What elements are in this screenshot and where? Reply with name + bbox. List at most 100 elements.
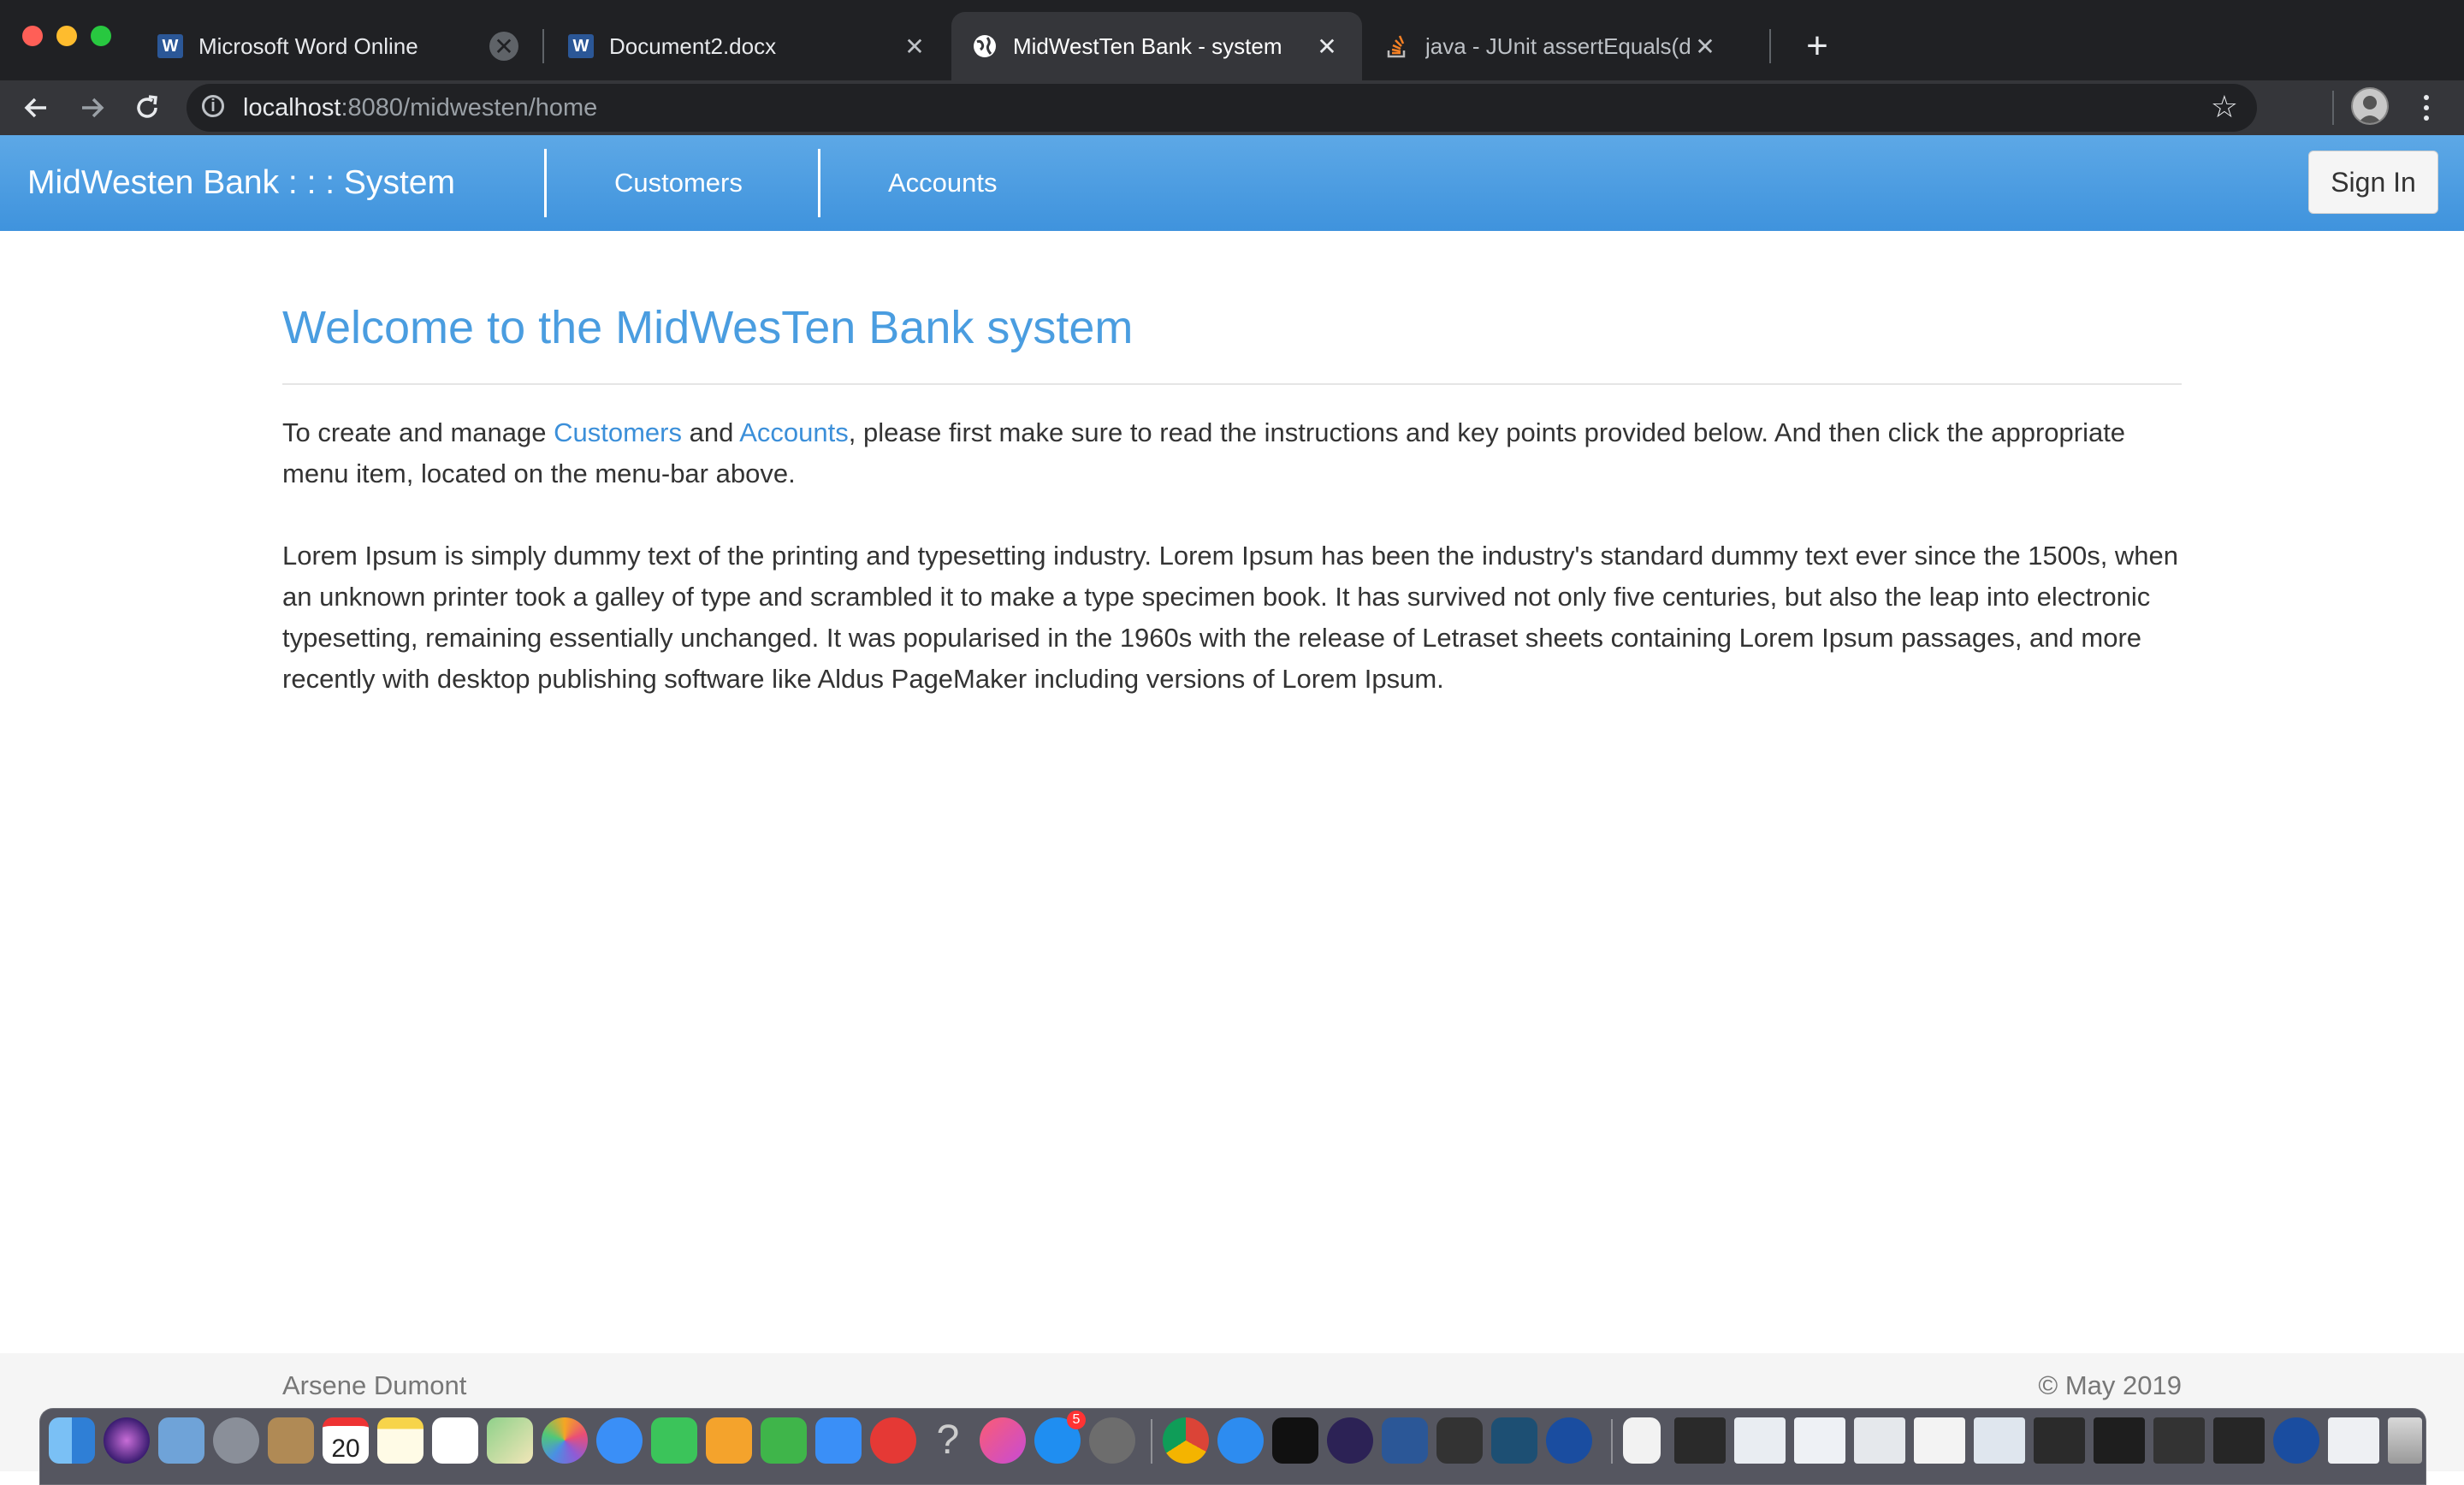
appstore-badge: 5 bbox=[1067, 1411, 1086, 1429]
footer-copyright: © May 2019 bbox=[2038, 1370, 2182, 1400]
contacts-icon[interactable] bbox=[268, 1417, 314, 1464]
nav-accounts[interactable]: Accounts bbox=[888, 135, 998, 231]
window-thumbnail-icon[interactable] bbox=[1914, 1417, 1965, 1464]
facetime-icon[interactable] bbox=[651, 1417, 697, 1464]
stackoverflow-icon bbox=[1384, 33, 1410, 59]
minimize-window-button[interactable] bbox=[56, 26, 77, 46]
safari-icon[interactable] bbox=[1217, 1417, 1264, 1464]
forward-arrow-icon bbox=[82, 98, 104, 118]
preview-icon[interactable] bbox=[158, 1417, 204, 1464]
siri-icon[interactable] bbox=[104, 1417, 150, 1464]
window-thumbnail-icon[interactable] bbox=[1974, 1417, 2025, 1464]
intro-paragraph: To create and manage Customers and Accou… bbox=[282, 412, 2182, 494]
url-path: :8080/midwesten/home bbox=[341, 94, 598, 121]
android-studio-icon[interactable] bbox=[2273, 1417, 2319, 1464]
window-thumbnail-icon[interactable] bbox=[1854, 1417, 1905, 1464]
tab-java-junit[interactable]: java - JUnit assertEquals(doub ✕ bbox=[1364, 12, 1740, 80]
reload-button[interactable] bbox=[125, 86, 169, 130]
finder-icon[interactable] bbox=[49, 1417, 95, 1464]
back-arrow-icon bbox=[24, 98, 46, 118]
close-window-button[interactable] bbox=[22, 26, 43, 46]
window-thumbnail-icon[interactable] bbox=[2094, 1417, 2145, 1464]
close-tab-icon[interactable]: ✕ bbox=[900, 32, 929, 61]
window-thumbnail-icon[interactable] bbox=[2034, 1417, 2085, 1464]
accounts-link[interactable]: Accounts bbox=[739, 417, 849, 447]
profile-avatar[interactable] bbox=[2351, 87, 2389, 125]
maps-icon[interactable] bbox=[487, 1417, 533, 1464]
tab-microsoft-word-online[interactable]: W Microsoft Word Online ✕ bbox=[137, 12, 539, 80]
bookmark-star-icon[interactable]: ☆ bbox=[2211, 89, 2238, 125]
title-divider bbox=[282, 383, 2182, 385]
calendar-icon[interactable]: 20 bbox=[323, 1417, 369, 1464]
tab-title: java - JUnit assertEquals(doub bbox=[1425, 33, 1691, 59]
toolbar-divider bbox=[2332, 91, 2334, 125]
footer-author: Arsene Dumont bbox=[282, 1370, 467, 1400]
pages-icon[interactable] bbox=[706, 1417, 752, 1464]
url-host: localhost bbox=[243, 94, 341, 121]
address-bar[interactable]: i localhost:8080/midwesten/home ☆ bbox=[187, 84, 2257, 132]
system-preferences-icon[interactable] bbox=[1089, 1417, 1135, 1464]
reload-icon bbox=[137, 95, 157, 118]
forward-button[interactable] bbox=[70, 86, 115, 130]
browser-menu-icon[interactable] bbox=[2411, 87, 2442, 128]
info-icon[interactable]: i bbox=[202, 95, 224, 117]
url-text: localhost:8080/midwesten/home bbox=[243, 94, 597, 122]
tab-title: Microsoft Word Online bbox=[198, 33, 418, 59]
messages-icon[interactable] bbox=[596, 1417, 643, 1464]
sign-in-button[interactable]: Sign In bbox=[2308, 151, 2438, 214]
window-thumbnail-icon[interactable] bbox=[1734, 1417, 1786, 1464]
appstore-icon[interactable]: 5 bbox=[1034, 1411, 1086, 1464]
notes-icon[interactable] bbox=[377, 1417, 424, 1464]
tab-title: MidWestTen Bank - system bbox=[1013, 33, 1282, 59]
launchpad-icon[interactable] bbox=[213, 1417, 259, 1464]
window-thumbnail-icon[interactable] bbox=[2328, 1417, 2379, 1464]
word-icon[interactable] bbox=[1382, 1417, 1428, 1464]
sublime-icon[interactable] bbox=[1436, 1417, 1483, 1464]
chrome-icon[interactable] bbox=[1163, 1417, 1209, 1464]
window-thumbnail-icon[interactable] bbox=[2213, 1417, 2265, 1464]
itunes-icon[interactable] bbox=[980, 1417, 1026, 1464]
nav-divider bbox=[818, 149, 820, 217]
reminders-icon[interactable] bbox=[432, 1417, 478, 1464]
dock-divider bbox=[1611, 1419, 1613, 1464]
tab-divider bbox=[542, 29, 544, 63]
zoom-window-button[interactable] bbox=[91, 26, 111, 46]
intellij-icon[interactable] bbox=[1272, 1417, 1318, 1464]
word-icon: W bbox=[568, 34, 594, 58]
calendar-day: 20 bbox=[331, 1435, 360, 1463]
eclipse-icon[interactable] bbox=[1327, 1417, 1373, 1464]
no-entry-icon[interactable] bbox=[870, 1417, 916, 1464]
tab-document2[interactable]: W Document2.docx ✕ bbox=[548, 12, 950, 80]
numbers-icon[interactable] bbox=[761, 1417, 807, 1464]
trash-icon[interactable] bbox=[2388, 1417, 2422, 1464]
tab-midwestten-bank[interactable]: MidWestTen Bank - system ✕ bbox=[951, 12, 1362, 80]
lorem-paragraph: Lorem Ipsum is simply dummy text of the … bbox=[282, 541, 2179, 694]
close-tab-icon[interactable]: ✕ bbox=[1691, 32, 1720, 61]
window-thumbnail-icon[interactable] bbox=[2153, 1417, 2205, 1464]
browser-tab-strip: W Microsoft Word Online ✕ W Document2.do… bbox=[0, 0, 2464, 80]
window-thumbnail-icon[interactable] bbox=[1794, 1417, 1845, 1464]
mysql-workbench-icon[interactable] bbox=[1491, 1417, 1537, 1464]
photos-icon[interactable] bbox=[542, 1417, 588, 1464]
site-navbar: MidWesten Bank : : : System Customers Ac… bbox=[0, 135, 2464, 231]
file-icon[interactable] bbox=[1623, 1417, 1661, 1464]
nav-customers[interactable]: Customers bbox=[614, 135, 743, 231]
main-content: Welcome to the MidWesTen Bank system To … bbox=[282, 291, 2182, 700]
dock-divider bbox=[1151, 1419, 1152, 1464]
help-icon[interactable]: ? bbox=[925, 1417, 971, 1464]
intro-text: To create and manage bbox=[282, 417, 554, 447]
globe-icon bbox=[972, 33, 998, 59]
brand-link[interactable]: MidWesten Bank : : : System bbox=[27, 135, 455, 231]
keynote-icon[interactable] bbox=[815, 1417, 862, 1464]
tab-title: Document2.docx bbox=[609, 33, 777, 59]
close-tab-icon[interactable]: ✕ bbox=[1312, 32, 1342, 61]
back-button[interactable] bbox=[14, 86, 58, 130]
customers-link[interactable]: Customers bbox=[554, 417, 682, 447]
new-tab-button[interactable]: + bbox=[1792, 21, 1843, 72]
macos-dock: 20 ? 5 bbox=[39, 1408, 2426, 1485]
intro-text: and bbox=[681, 417, 740, 447]
page-title: Welcome to the MidWesTen Bank system bbox=[282, 302, 1134, 353]
close-tab-icon[interactable]: ✕ bbox=[489, 32, 518, 61]
android-studio-icon[interactable] bbox=[1546, 1417, 1592, 1464]
window-thumbnail-icon[interactable] bbox=[1674, 1417, 1726, 1464]
